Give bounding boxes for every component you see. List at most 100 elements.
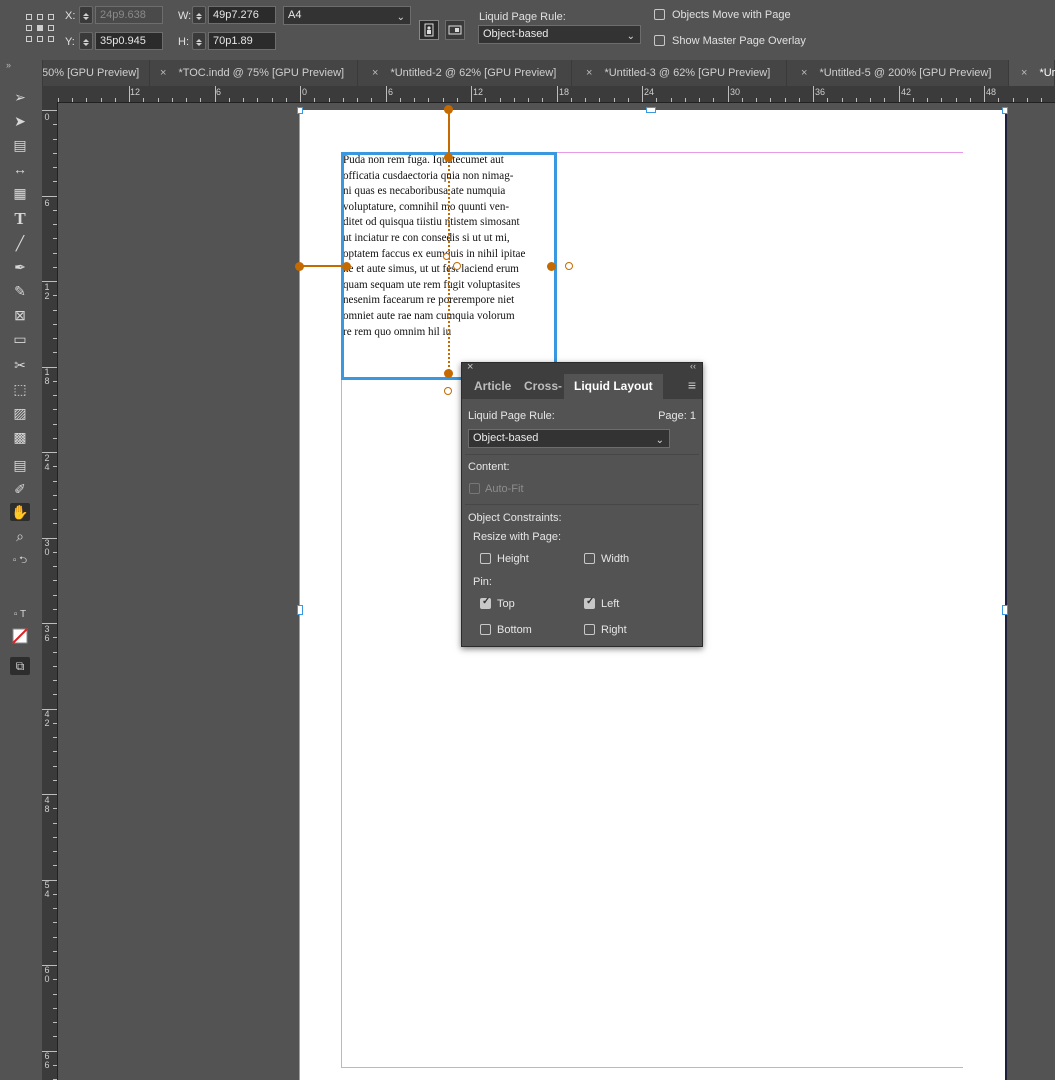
close-icon[interactable]: × [586, 67, 592, 79]
objects-move-checkbox[interactable] [654, 9, 665, 20]
gradient-feather-tool-icon[interactable]: ▩ [10, 428, 30, 446]
direct-selection-tool-icon[interactable]: ➤ [10, 112, 30, 130]
vertical-ruler[interactable]: 0 6 12 18 24 30 36 42 48 54 60 66 [42, 102, 58, 1080]
screen-mode-icon[interactable]: ⧉ [10, 657, 30, 675]
page-side-handle[interactable] [297, 605, 303, 615]
pin-left-handle[interactable] [295, 262, 304, 271]
page-corner-handle[interactable] [297, 107, 303, 114]
autofit-label: Auto-Fit [485, 483, 524, 495]
tab-untitled-3[interactable]: × *Untitled-3 @ 62% [GPU Preview] [572, 60, 787, 86]
tab-untitled-2[interactable]: × *Untitled-2 @ 62% [GPU Preview] [358, 60, 572, 86]
liquid-rule-dropdown[interactable]: Object-based ⌄ [478, 25, 641, 44]
pin-left-checkbox[interactable] [584, 596, 595, 609]
w-field[interactable]: 49p7.276 [208, 6, 276, 24]
pin-bottom-toggle[interactable] [444, 387, 452, 395]
ruler-label: 60 [44, 965, 50, 984]
hand-tool-icon[interactable]: ✋ [10, 503, 30, 521]
tab-label: *Untitled-2 @ 62% [GPU Preview] [390, 67, 557, 79]
pin-right-toggle[interactable] [565, 262, 573, 270]
w-label: W: [178, 10, 192, 22]
panel-rule-dropdown[interactable]: Object-based ⌄ [468, 429, 670, 448]
h-stepper[interactable] [192, 32, 206, 50]
fill-none-icon[interactable] [10, 628, 30, 646]
y-stepper[interactable] [79, 32, 93, 50]
page-tool-icon[interactable]: ▤ [10, 136, 30, 154]
tab-article[interactable]: Article [474, 374, 511, 399]
tab-untitled-5[interactable]: × *Untitled-5 @ 200% [GPU Preview] [787, 60, 1009, 86]
pen-tool-icon[interactable]: ✒ [10, 258, 30, 276]
ruler-label: 36 [815, 87, 826, 97]
panel-title-bar[interactable]: × ‹‹ [462, 361, 702, 374]
gradient-swatch-tool-icon[interactable]: ▨ [10, 404, 30, 422]
zoom-tool-icon[interactable]: ⌕ [10, 527, 30, 545]
default-fill-stroke-icon[interactable]: ▫ ⮌ [10, 552, 30, 570]
tab-label: *Ur [1039, 67, 1055, 79]
close-icon[interactable]: × [801, 67, 807, 79]
gap-tool-icon[interactable]: ↔ [10, 160, 30, 178]
line-tool-icon[interactable]: ╱ [10, 234, 30, 252]
rectangle-tool-icon[interactable]: ▭ [10, 330, 30, 348]
panel-page-label: Page: 1 [658, 410, 696, 422]
divider [465, 454, 699, 455]
h-field[interactable]: 70p1.89 [208, 32, 276, 50]
close-icon[interactable]: × [372, 67, 378, 79]
close-icon[interactable]: × [1021, 67, 1027, 79]
top-edge-handle[interactable] [444, 153, 453, 162]
horizontal-ruler[interactable]: 12 6 0 6 12 18 24 30 36 42 48 [57, 86, 1055, 103]
autofit-checkbox[interactable] [469, 483, 480, 494]
page-size-value: A4 [288, 9, 302, 21]
close-icon[interactable]: × [160, 67, 166, 79]
x-field[interactable]: 24p9.638 [95, 6, 163, 24]
bottom-edge-handle[interactable] [444, 369, 453, 378]
pin-top-handle[interactable] [444, 105, 453, 114]
rectangle-frame-tool-icon[interactable]: ⊠ [10, 306, 30, 324]
scissors-tool-icon[interactable]: ✂ [10, 356, 30, 374]
top-label: Top [497, 598, 515, 610]
landscape-orientation-icon[interactable] [445, 20, 465, 40]
page-corner-handle[interactable] [1002, 107, 1008, 114]
x-stepper[interactable] [79, 6, 93, 24]
width-checkbox[interactable] [584, 553, 595, 564]
ruler-label: 12 [473, 87, 484, 97]
close-icon[interactable]: × [467, 361, 473, 373]
content-collector-icon[interactable]: ▦ [10, 184, 30, 202]
tab-liquid-layout[interactable]: Liquid Layout [564, 374, 663, 399]
note-tool-icon[interactable]: ▤ [10, 456, 30, 474]
reference-point-icon[interactable] [26, 14, 54, 42]
portrait-orientation-icon[interactable] [419, 20, 439, 40]
page-size-dropdown[interactable]: A4 ⌄ [283, 6, 411, 25]
right-edge-handle[interactable] [547, 262, 556, 271]
pencil-tool-icon[interactable]: ✎ [10, 282, 30, 300]
expand-panel-icon[interactable]: » [6, 60, 11, 70]
eyedropper-tool-icon[interactable]: ✐ [10, 480, 30, 498]
left-edge-handle[interactable] [342, 262, 351, 271]
tab-label: *Untitled-3 @ 62% [GPU Preview] [604, 67, 771, 79]
formatting-container-icon[interactable]: ▫ T [10, 606, 30, 624]
tab-toc[interactable]: × *TOC.indd @ 75% [GPU Preview] [150, 60, 358, 86]
pin-left-guide [300, 265, 343, 267]
type-tool-icon[interactable]: T [10, 210, 30, 228]
collapse-icon[interactable]: ‹‹ [690, 361, 696, 371]
page-side-handle[interactable] [1002, 605, 1008, 615]
tab-cross-references[interactable]: Cross- [524, 374, 562, 399]
tab-active-document[interactable]: × *Ur [1009, 60, 1055, 86]
divider [465, 504, 699, 505]
pin-right-checkbox[interactable] [584, 624, 595, 635]
page-top-handle[interactable] [646, 107, 656, 113]
tab-doc-1[interactable]: 50% [GPU Preview] [42, 60, 150, 86]
ruler-origin[interactable] [42, 86, 58, 103]
selection-tool-icon[interactable]: ➢ [10, 88, 30, 106]
free-transform-tool-icon[interactable]: ⬚ [10, 380, 30, 398]
ruler-label: 6 [216, 87, 222, 97]
master-overlay-checkbox[interactable] [654, 35, 665, 46]
panel-rule-label: Liquid Page Rule: [468, 410, 555, 422]
width-resize-toggle[interactable] [453, 262, 461, 270]
w-stepper[interactable] [192, 6, 206, 24]
height-checkbox[interactable] [480, 553, 491, 564]
pin-top-checkbox[interactable] [480, 596, 491, 609]
y-field[interactable]: 35p0.945 [95, 32, 163, 50]
pin-bottom-checkbox[interactable] [480, 624, 491, 635]
document-tab-bar: 50% [GPU Preview] × *TOC.indd @ 75% [GPU … [0, 60, 1055, 87]
height-resize-toggle[interactable] [443, 253, 450, 260]
panel-menu-icon[interactable]: ≡ [688, 377, 696, 393]
